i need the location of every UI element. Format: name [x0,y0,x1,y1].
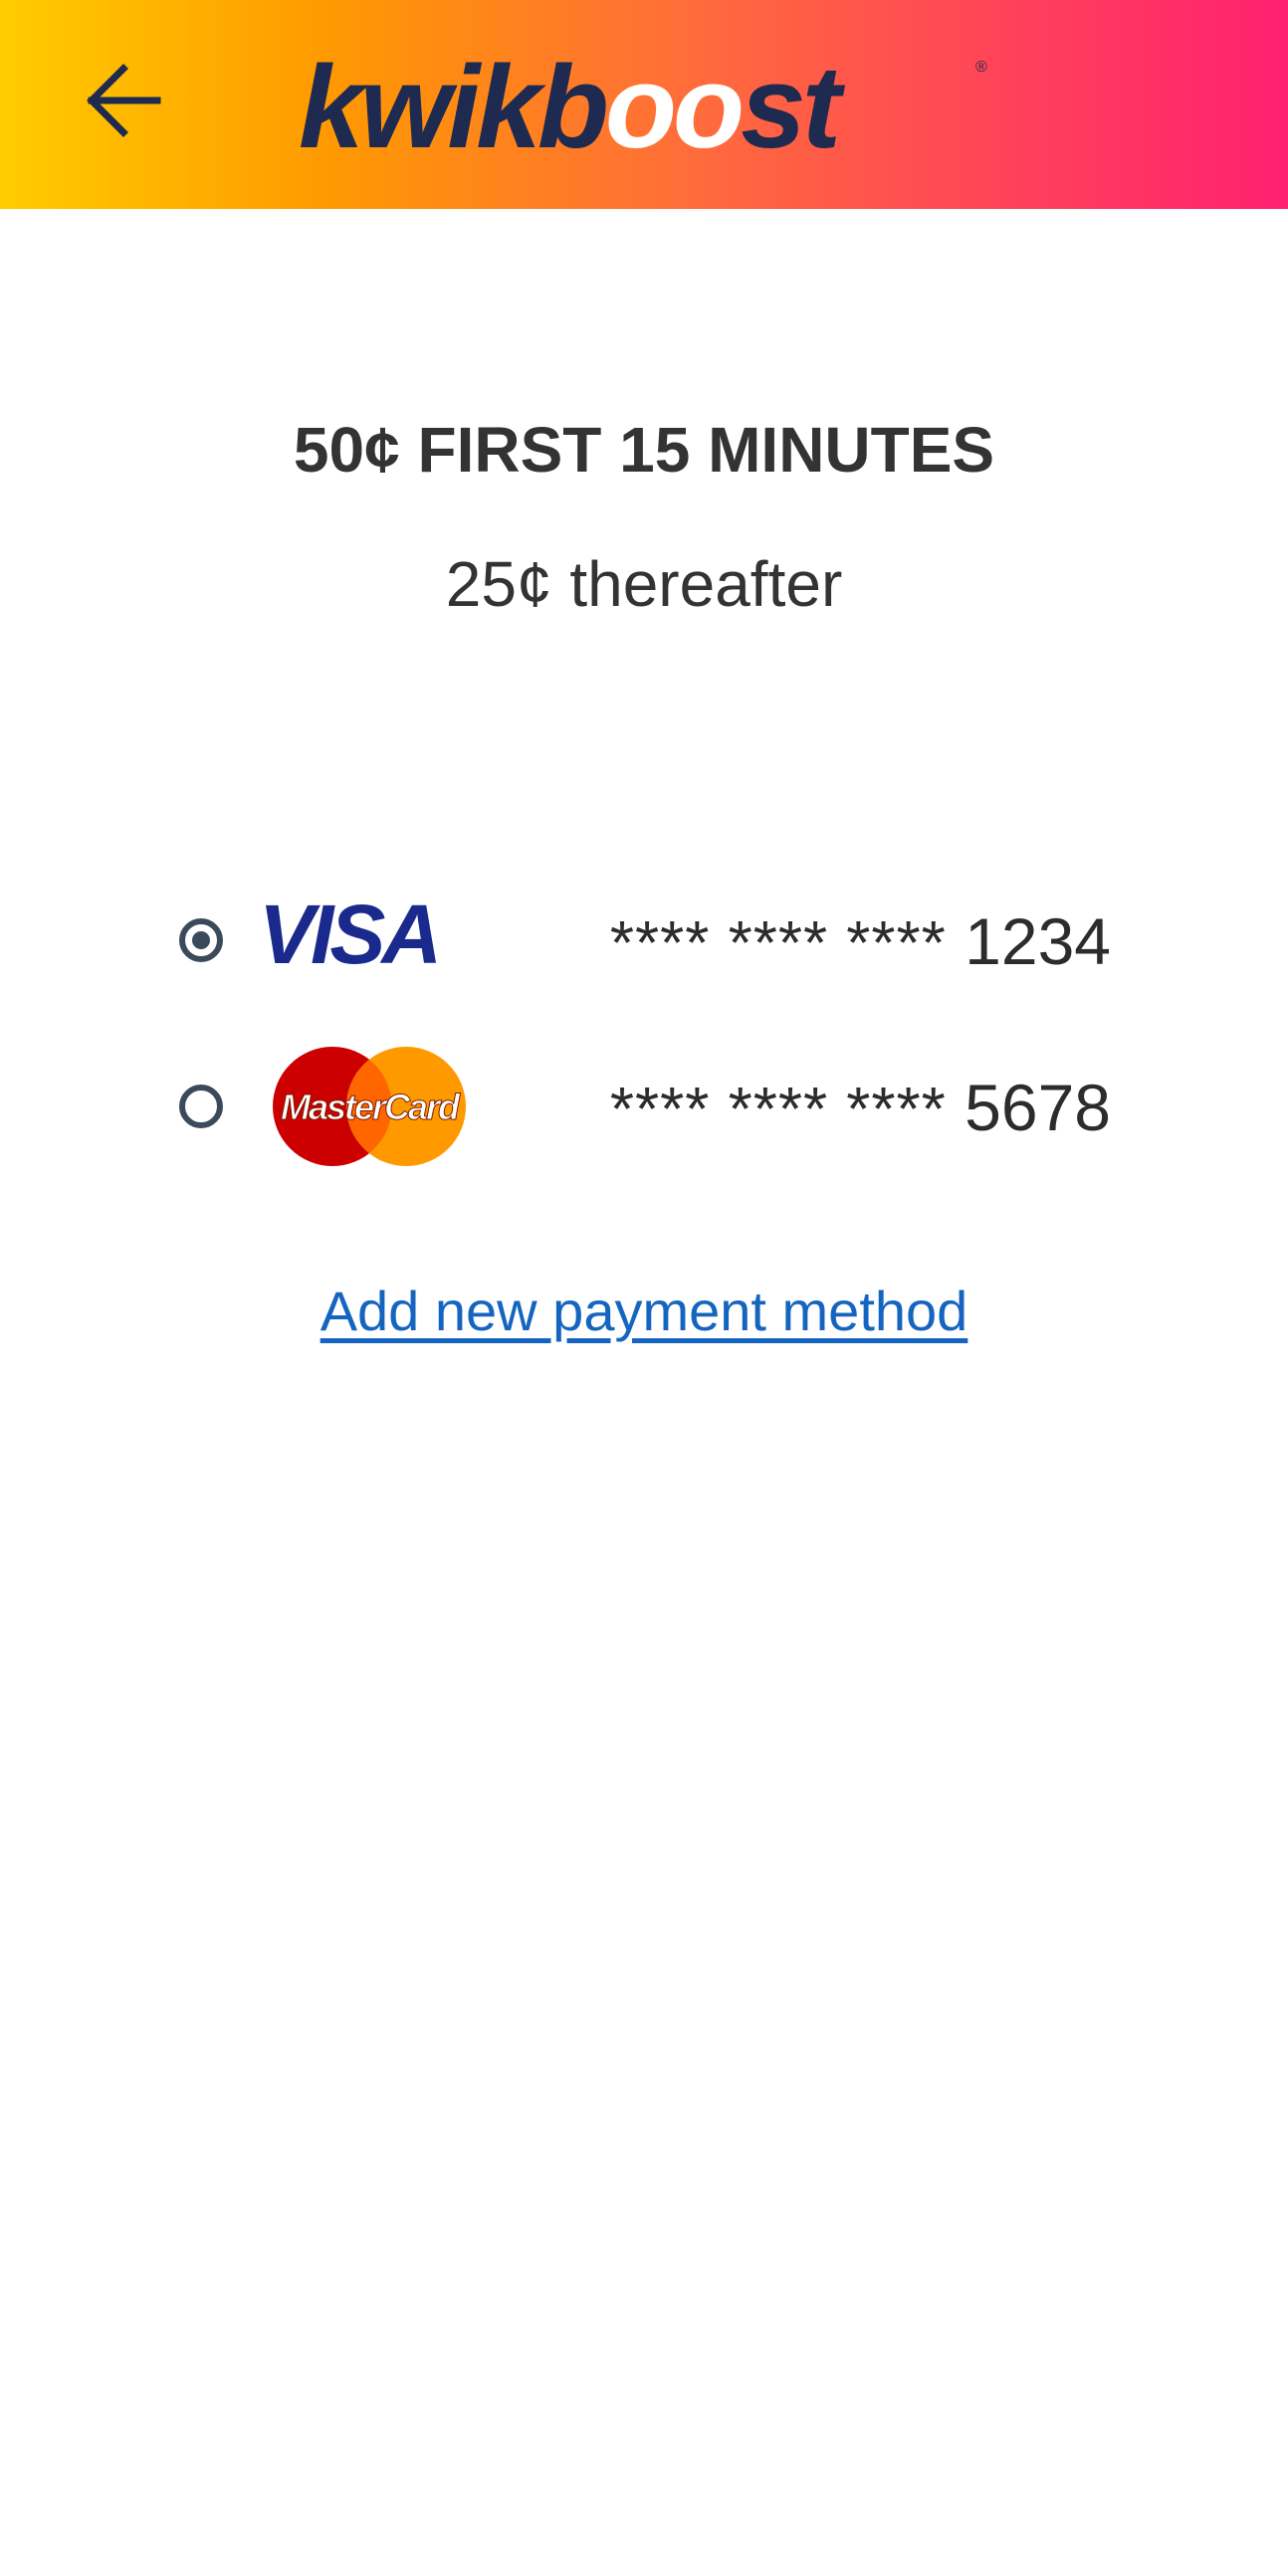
app-header: kwikboost ® [0,0,1288,209]
svg-text:kwikboost: kwikboost [299,50,846,159]
svg-text:®: ® [975,59,987,76]
radio-selected-icon[interactable] [179,918,223,962]
add-payment-method: Add new payment method [0,1279,1288,1343]
arrow-left-icon [87,64,161,137]
payment-method-row[interactable]: MasterCard **** **** **** 5678 [0,1042,1288,1171]
back-button[interactable] [78,55,173,150]
payment-method-row[interactable]: VISA **** **** **** 1234 [0,876,1288,1005]
card-number: **** **** **** 1234 [609,904,1111,978]
pricing-headline: 50¢ FIRST 15 MINUTES [293,414,995,486]
mastercard-logo: MasterCard [273,1047,466,1166]
radio-unselected-icon[interactable] [179,1085,223,1128]
svg-text:MasterCard: MasterCard [281,1087,461,1127]
add-payment-method-link[interactable]: Add new payment method [321,1280,968,1342]
card-number: **** **** **** 5678 [609,1071,1111,1144]
svg-text:VISA: VISA [259,893,438,973]
pricing-subtext: 25¢ thereafter [445,548,843,620]
kwikboost-logo: kwikboost ® [299,50,987,159]
visa-logo: VISA [259,893,442,973]
